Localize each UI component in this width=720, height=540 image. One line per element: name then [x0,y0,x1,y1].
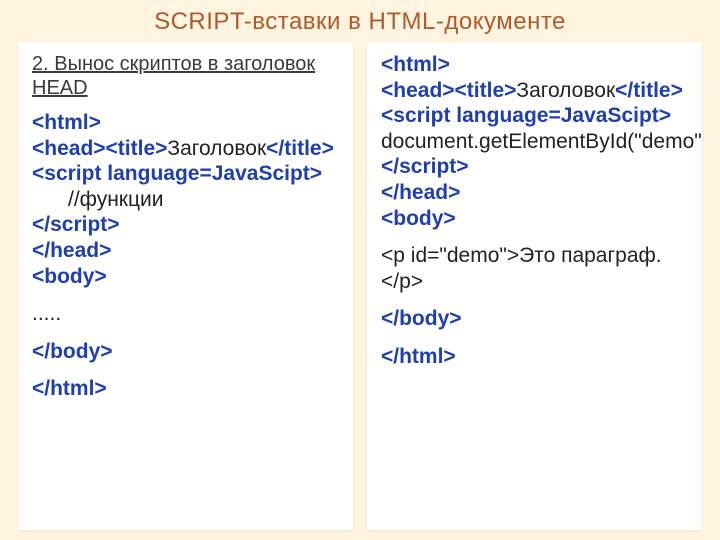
code-text: Заголовок [516,79,615,102]
code-tag: </head> [381,181,460,204]
code-tag: </script> [32,213,120,236]
columns: 2. Вынос скриптов в заголовок HEAD <html… [18,42,702,530]
code-tag: </body> [32,340,113,363]
code-tag: </body> [381,307,462,330]
code-tag: <html> [32,111,101,134]
slide-title: SCRIPT-вставки в HTML-документе [18,8,702,36]
code-tag: </html> [381,345,456,368]
code-tag: </head> [32,239,111,262]
code-tag: </script> [381,155,469,178]
code-tag: <body> [32,265,107,288]
code-text: ..... [32,302,61,325]
code-tag: </title> [266,137,334,160]
code-text: Заголовок [167,137,266,160]
code-tag: <script language=JavaScipt> [381,104,671,127]
code-text: document.getElementById("demo").innerHTM… [381,130,702,153]
slide: SCRIPT-вставки в HTML-документе 2. Вынос… [0,0,720,540]
code-tag: <head><title> [381,79,516,102]
code-tag: <head><title> [32,137,167,160]
code-text: <p id="demo">Это параграф.</p> [381,244,662,293]
left-heading: 2. Вынос скриптов в заголовок HEAD [32,52,339,100]
left-panel: 2. Вынос скриптов в заголовок HEAD <html… [18,42,353,530]
code-text: //функции [68,188,163,211]
code-tag: <body> [381,207,456,230]
code-tag: </title> [615,79,683,102]
code-tag: </html> [32,377,107,400]
code-tag: <script language=JavaScipt> [32,162,322,185]
code-tag: <html> [381,53,450,76]
right-panel: <html> <head><title>Заголовок</title> <s… [367,42,702,530]
